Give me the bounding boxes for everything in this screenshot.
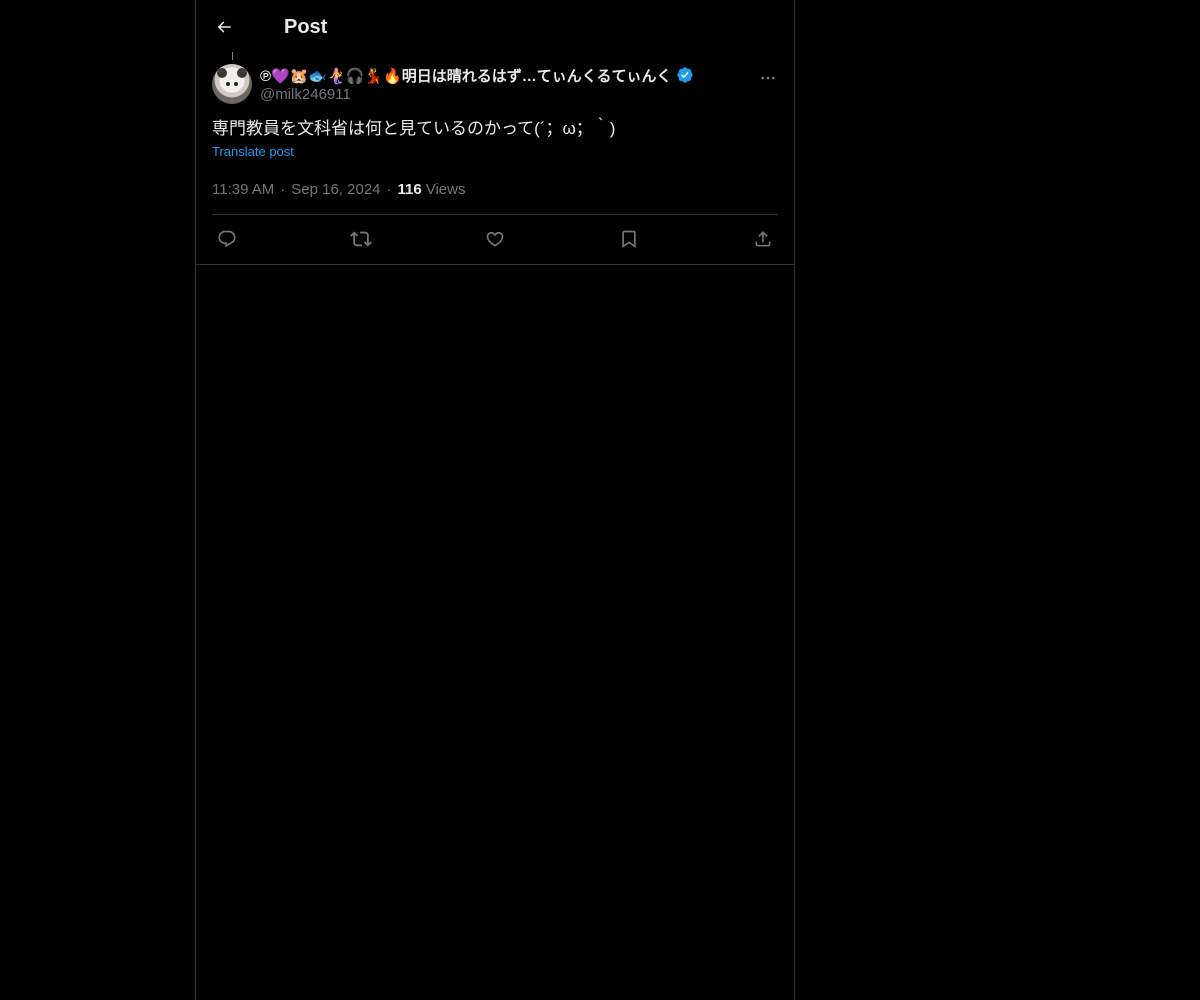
views-label: Views — [425, 180, 466, 198]
more-options-button[interactable] — [758, 68, 778, 88]
reply-icon — [218, 230, 236, 247]
page-title: Post — [284, 15, 328, 38]
share-button[interactable] — [752, 228, 774, 250]
post: ℗💜🐹🐟🧜‍♀️🎧💃🔥明日は晴れるはず…てぃんくるてぃんく @milk24691… — [196, 64, 794, 262]
bookmark-icon — [622, 230, 636, 248]
action-bar — [212, 215, 778, 262]
like-button[interactable] — [484, 228, 506, 250]
post-date[interactable]: Sep 16, 2024 — [291, 181, 380, 198]
back-button[interactable] — [212, 15, 236, 39]
reply-button[interactable] — [216, 228, 238, 250]
main-column: Post ℗💜🐹🐟🧜‍♀️🎧💃🔥明日は晴れるはず…てぃんくるてぃんく — [195, 0, 795, 1000]
arrow-left-icon — [217, 21, 231, 33]
verified-badge-icon[interactable] — [676, 66, 694, 84]
bookmark-button[interactable] — [618, 228, 640, 250]
author-handle[interactable]: @milk246911 — [260, 86, 758, 103]
post-time[interactable]: 11:39 AM — [212, 181, 274, 198]
heart-icon — [486, 231, 504, 247]
post-meta: 11:39 AM · Sep 16, 2024 · 116 Views — [212, 178, 778, 200]
top-bar: Post — [196, 0, 794, 54]
avatar[interactable] — [212, 64, 252, 104]
repost-button[interactable] — [350, 228, 372, 250]
views-count: 116 — [397, 180, 422, 198]
author-row: ℗💜🐹🐟🧜‍♀️🎧💃🔥明日は晴れるはず…てぃんくるてぃんく @milk24691… — [212, 64, 778, 104]
translate-post-link[interactable]: Translate post — [212, 144, 294, 159]
post-text: 専門教員を文科省は何と見ているのかって(´；ω；｀) — [212, 119, 616, 138]
author-display-name[interactable]: ℗💜🐹🐟🧜‍♀️🎧💃🔥明日は晴れるはず…てぃんくるてぃんく — [260, 65, 672, 86]
meta-separator: · — [386, 180, 392, 198]
repost-icon — [350, 231, 372, 246]
divider — [196, 264, 794, 265]
thread-connector — [232, 52, 233, 60]
author-names: ℗💜🐹🐟🧜‍♀️🎧💃🔥明日は晴れるはず…てぃんくるてぃんく @milk24691… — [260, 64, 758, 103]
more-horizontal-icon — [761, 76, 775, 80]
meta-separator: · — [280, 180, 286, 198]
display-name-row: ℗💜🐹🐟🧜‍♀️🎧💃🔥明日は晴れるはず…てぃんくるてぃんく — [260, 64, 758, 86]
share-icon — [755, 230, 771, 246]
